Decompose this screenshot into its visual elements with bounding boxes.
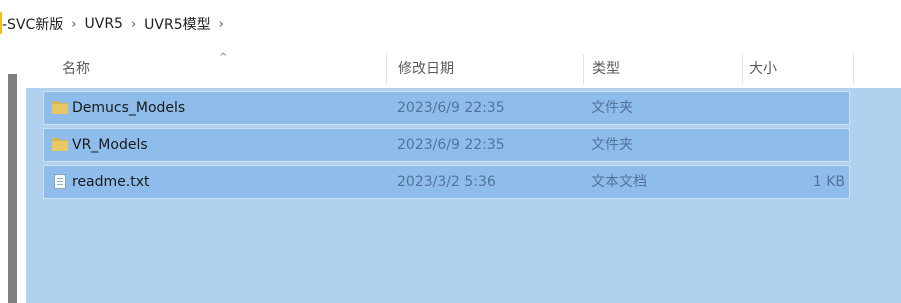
file-row[interactable]: Demucs_Models 2023/6/9 22:35 文件夹: [43, 91, 850, 125]
column-header-date[interactable]: 修改日期: [398, 48, 454, 88]
chevron-right-icon[interactable]: ›: [65, 17, 82, 32]
file-list-pane[interactable]: Demucs_Models 2023/6/9 22:35 文件夹 VR_Mode…: [26, 88, 901, 303]
file-type: 文件夹: [591, 137, 633, 153]
breadcrumb-item-uvr5[interactable]: UVR5: [83, 16, 125, 32]
column-divider[interactable]: [583, 54, 584, 84]
sort-ascending-icon: ^: [219, 52, 228, 63]
folder-icon: [52, 101, 68, 114]
file-name[interactable]: VR_Models: [72, 129, 148, 161]
file-date: 2023/3/2 5:36: [397, 174, 496, 190]
file-row[interactable]: VR_Models 2023/6/9 22:35 文件夹: [43, 128, 850, 162]
file-type: 文本文档: [591, 174, 647, 190]
text-file-icon: [54, 174, 66, 189]
column-divider[interactable]: [742, 54, 743, 84]
column-headers: ^ 名称 修改日期 类型 大小: [26, 48, 901, 88]
file-date: 2023/6/9 22:35: [397, 100, 505, 116]
breadcrumb-item-svc[interactable]: -SVC新版: [0, 14, 65, 34]
column-divider[interactable]: [386, 54, 387, 84]
file-name[interactable]: Demucs_Models: [72, 92, 185, 124]
column-header-type[interactable]: 类型: [592, 48, 620, 88]
chevron-right-icon[interactable]: ›: [125, 17, 142, 32]
breadcrumb: -SVC新版 › UVR5 › UVR5模型 ›: [0, 0, 901, 48]
folder-icon: [52, 138, 68, 151]
column-header-name[interactable]: 名称: [62, 48, 90, 88]
file-type: 文件夹: [591, 100, 633, 116]
chevron-right-icon[interactable]: ›: [213, 17, 230, 32]
column-divider[interactable]: [853, 54, 854, 84]
navigation-pane-scrollbar[interactable]: [0, 48, 26, 303]
scrollbar-thumb[interactable]: [8, 74, 17, 303]
file-row[interactable]: readme.txt 2023/3/2 5:36 文本文档 1 KB: [43, 165, 850, 199]
breadcrumb-item-uvr5-models[interactable]: UVR5模型: [142, 14, 212, 34]
file-size: 1 KB: [812, 174, 845, 190]
file-date: 2023/6/9 22:35: [397, 137, 505, 153]
file-name[interactable]: readme.txt: [72, 166, 150, 198]
column-header-size[interactable]: 大小: [749, 48, 777, 88]
